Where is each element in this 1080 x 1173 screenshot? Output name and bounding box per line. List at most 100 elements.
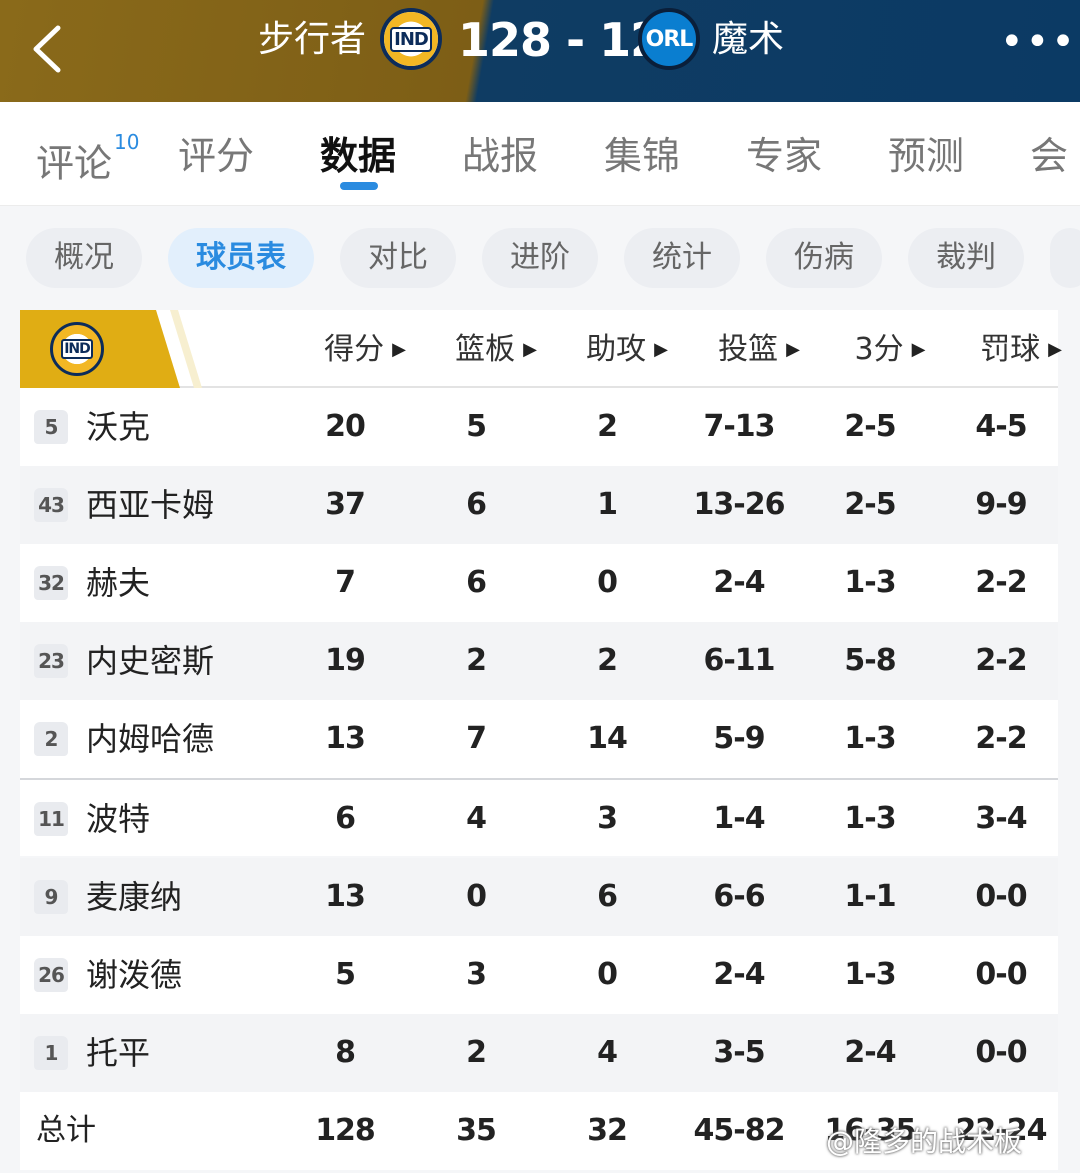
player-name[interactable]: 内史密斯 — [86, 640, 214, 682]
cell-field-goals: 6-6 — [713, 879, 765, 914]
back-button[interactable] — [30, 18, 70, 78]
player-stats-table: IND 得分 ▶ 篮板 ▶ 助攻 ▶ 投篮 ▶ 3分 ▶ 罚球 ▶ 5 沃克 20 5 2 … — [0, 306, 1080, 1173]
jersey-number: 11 — [34, 802, 68, 836]
tab-report[interactable]: 战报 — [462, 132, 538, 180]
watermark: @隆多的战术板 — [826, 1125, 1023, 1158]
column-header-points[interactable]: 得分 ▶ — [310, 330, 420, 370]
jersey-number: 9 — [34, 880, 68, 914]
column-header-assists[interactable]: 助攻 ▶ — [572, 330, 682, 370]
cell-three-pointers: 1-3 — [844, 957, 896, 992]
sort-arrow-icon: ▶ — [911, 339, 926, 360]
subtab-referees[interactable]: 裁判 — [908, 228, 1024, 288]
subtab-player-stats[interactable]: 球员表 — [168, 228, 314, 288]
cell-three-pointers: 2-5 — [844, 487, 896, 522]
home-team-logo[interactable]: IND — [380, 8, 442, 70]
subtab-stats[interactable]: 统计 — [624, 228, 740, 288]
cell-rebounds: 2 — [466, 643, 487, 678]
total-label: 总计 — [36, 1113, 96, 1148]
total-assists: 32 — [587, 1113, 628, 1148]
cell-free-throws: 9-9 — [975, 487, 1027, 522]
home-logo-text: IND — [390, 26, 432, 52]
subtab-compare[interactable]: 对比 — [340, 228, 456, 288]
table-row[interactable]: 23 内史密斯 19 2 2 6-11 5-8 2-2 — [20, 622, 1058, 700]
tab-experts[interactable]: 专家 — [746, 132, 822, 180]
subtab-more[interactable] — [1050, 228, 1080, 288]
comments-count-badge: 10 — [114, 130, 140, 154]
cell-assists: 2 — [597, 643, 618, 678]
table-row[interactable]: 11 波特 6 4 3 1-4 1-3 3-4 — [20, 778, 1058, 856]
cell-field-goals: 1-4 — [713, 801, 765, 836]
sort-arrow-icon: ▶ — [654, 339, 668, 360]
cell-points: 6 — [335, 801, 356, 836]
jersey-number: 2 — [34, 722, 68, 756]
column-header-free-throws[interactable]: 罚球 ▶ — [966, 330, 1076, 370]
cell-free-throws: 0-0 — [975, 1035, 1027, 1070]
player-name[interactable]: 麦康纳 — [86, 876, 182, 918]
sort-arrow-icon: ▶ — [392, 339, 406, 360]
total-field-goals: 45-82 — [693, 1113, 786, 1148]
cell-rebounds: 7 — [466, 721, 487, 756]
away-team-logo[interactable]: ORL — [638, 8, 700, 70]
table-row[interactable]: 5 沃克 20 5 2 7-13 2-5 4-5 — [20, 388, 1058, 466]
player-name[interactable]: 西亚卡姆 — [86, 484, 214, 526]
table-row[interactable]: 26 谢泼德 5 3 0 2-4 1-3 0-0 — [20, 936, 1058, 1014]
more-options-icon[interactable]: ••• — [1000, 22, 1077, 62]
cell-points: 13 — [325, 721, 366, 756]
tab-predictions[interactable]: 预测 — [888, 132, 964, 180]
cell-assists: 6 — [597, 879, 618, 914]
player-name[interactable]: 波特 — [86, 798, 150, 840]
subtab-advanced[interactable]: 进阶 — [482, 228, 598, 288]
column-header-field-goals[interactable]: 投篮 ▶ — [704, 330, 814, 370]
jersey-number: 5 — [34, 410, 68, 444]
home-team-name[interactable]: 步行者 — [258, 20, 366, 60]
table-row[interactable]: 43 西亚卡姆 37 6 1 13-26 2-5 9-9 — [20, 466, 1058, 544]
tab-ratings[interactable]: 评分 — [178, 132, 254, 180]
cell-field-goals: 3-5 — [713, 1035, 765, 1070]
jersey-number: 1 — [34, 1036, 68, 1070]
tab-data[interactable]: 数据 — [320, 132, 396, 180]
subtab-overview[interactable]: 概况 — [26, 228, 142, 288]
cell-rebounds: 0 — [466, 879, 487, 914]
cell-points: 20 — [325, 409, 366, 444]
player-name[interactable]: 赫夫 — [86, 562, 150, 604]
column-header-label: 罚球 — [980, 332, 1041, 367]
total-points: 128 — [315, 1113, 376, 1148]
column-header-rebounds[interactable]: 篮板 ▶ — [441, 330, 551, 370]
tab-member[interactable]: 会 — [1030, 132, 1068, 180]
team-logo-text: IND — [61, 339, 93, 359]
away-team-name[interactable]: 魔术 — [712, 20, 784, 60]
cell-points: 37 — [325, 487, 366, 522]
jersey-number: 43 — [34, 488, 68, 522]
table-row[interactable]: 2 内姆哈德 13 7 14 5-9 1-3 2-2 — [20, 700, 1058, 778]
cell-field-goals: 6-11 — [703, 643, 775, 678]
cell-free-throws: 0-0 — [975, 879, 1027, 914]
player-name[interactable]: 沃克 — [86, 406, 150, 448]
subtab-injuries[interactable]: 伤病 — [766, 228, 882, 288]
tab-highlights[interactable]: 集锦 — [604, 132, 680, 180]
cell-three-pointers: 2-5 — [844, 409, 896, 444]
player-name[interactable]: 托平 — [86, 1032, 150, 1074]
cell-free-throws: 4-5 — [975, 409, 1027, 444]
jersey-number: 32 — [34, 566, 68, 600]
column-header-label: 3分 — [854, 332, 904, 367]
table-row[interactable]: 1 托平 8 2 4 3-5 2-4 0-0 — [20, 1014, 1058, 1092]
cell-three-pointers: 1-3 — [844, 721, 896, 756]
chevron-left-icon — [33, 25, 61, 73]
game-header: 步行者 IND 128 - 126 ORL 魔术 ••• — [0, 0, 1080, 102]
cell-assists: 4 — [597, 1035, 618, 1070]
column-header-three-pointers[interactable]: 3分 ▶ — [835, 330, 945, 370]
cell-assists: 1 — [597, 487, 618, 522]
player-name[interactable]: 内姆哈德 — [86, 718, 214, 760]
cell-points: 8 — [335, 1035, 356, 1070]
cell-points: 7 — [335, 565, 356, 600]
table-row[interactable]: 32 赫夫 7 6 0 2-4 1-3 2-2 — [20, 544, 1058, 622]
tab-comments[interactable]: 评论 10 — [36, 130, 140, 188]
cell-field-goals: 2-4 — [713, 565, 765, 600]
main-tab-bar: 评论 10 评分 数据 战报 集锦 专家 预测 会 — [0, 102, 1080, 206]
cell-free-throws: 2-2 — [975, 721, 1027, 756]
player-name[interactable]: 谢泼德 — [86, 954, 182, 996]
table-row[interactable]: 9 麦康纳 13 0 6 6-6 1-1 0-0 — [20, 858, 1058, 936]
cell-points: 5 — [335, 957, 356, 992]
cell-rebounds: 5 — [466, 409, 487, 444]
sort-arrow-icon: ▶ — [1048, 339, 1062, 360]
